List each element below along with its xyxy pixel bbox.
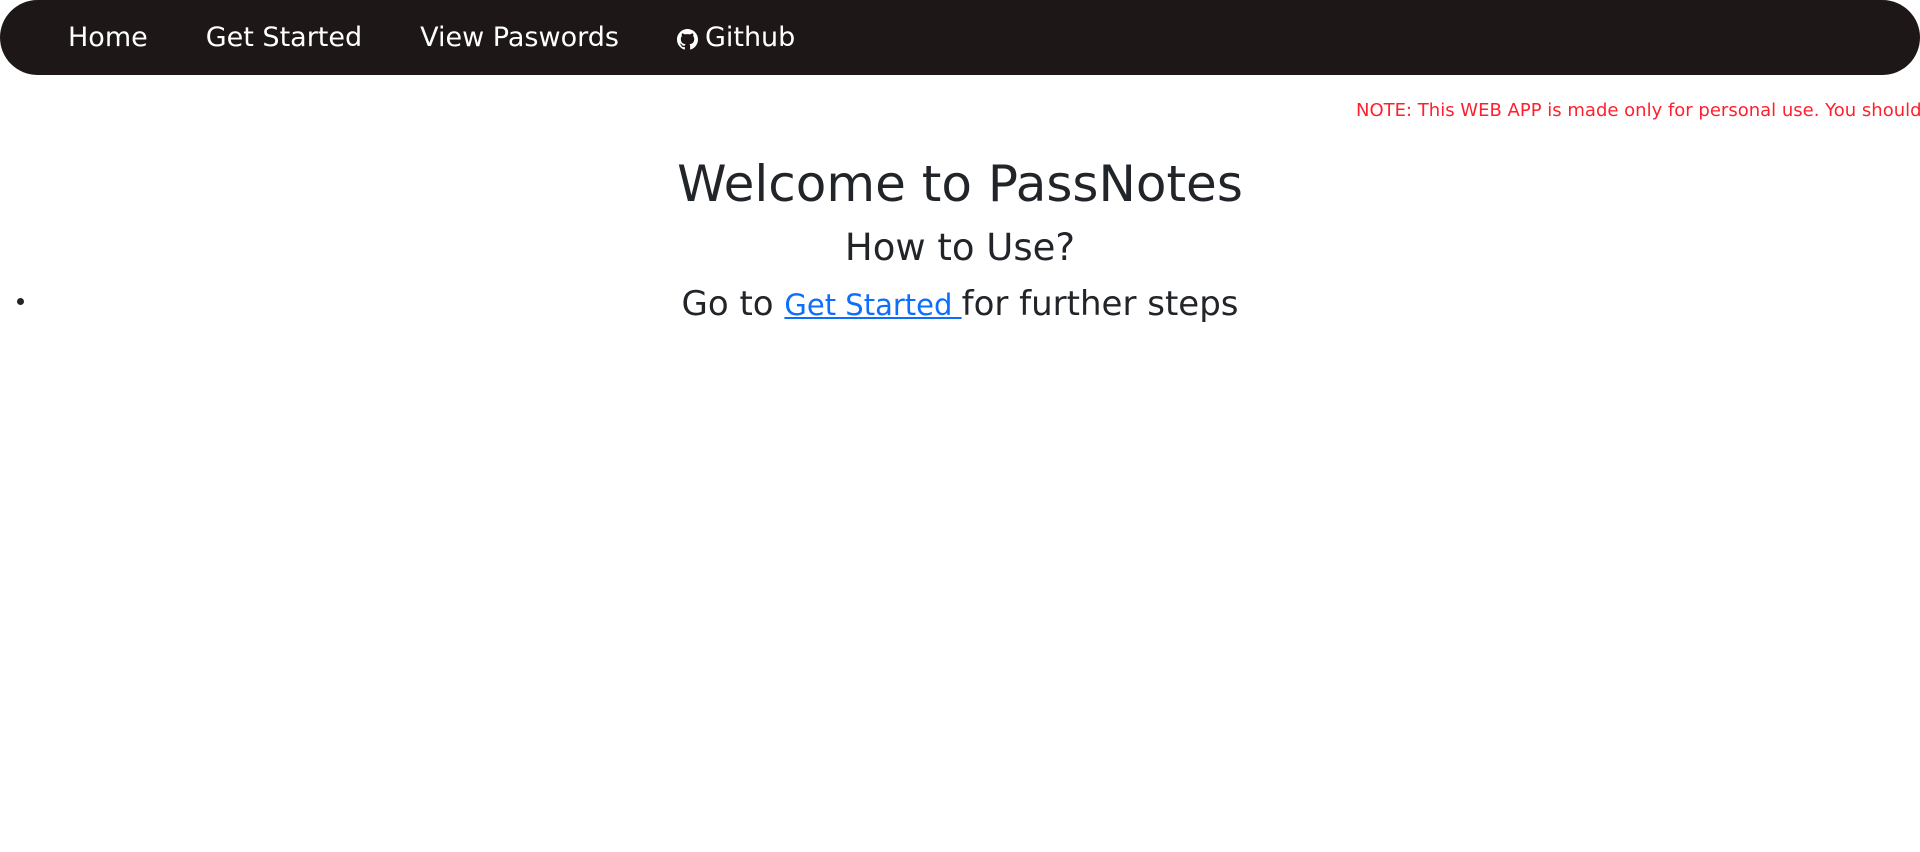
steps-list: Go to Get Started for further steps xyxy=(0,280,1920,329)
nav-github-link[interactable]: Github xyxy=(676,22,796,53)
how-to-use-heading: How to Use? xyxy=(844,226,1076,269)
top-navbar: Home Get Started View Paswords Github xyxy=(0,0,1920,75)
step-prefix: Go to xyxy=(681,284,785,324)
page-title: Welcome to PassNotes xyxy=(677,155,1243,213)
nav-home-link[interactable]: Home xyxy=(68,24,148,51)
nav-github-label: Github xyxy=(704,22,796,53)
nav-view-passwords-link[interactable]: View Paswords xyxy=(420,24,619,51)
list-item: Go to Get Started for further steps xyxy=(0,280,1920,329)
get-started-link[interactable]: Get Started xyxy=(784,288,961,322)
disclaimer-note: NOTE: This WEB APP is made only for pers… xyxy=(1356,100,1920,121)
nav-get-started-link[interactable]: Get Started xyxy=(206,24,362,51)
step-suffix: for further steps xyxy=(961,284,1239,324)
github-icon xyxy=(676,29,698,50)
step-text: Go to Get Started for further steps xyxy=(681,284,1238,324)
disclaimer-note-container: NOTE: This WEB APP is made only for pers… xyxy=(0,99,1920,125)
list-bullet xyxy=(17,298,24,305)
